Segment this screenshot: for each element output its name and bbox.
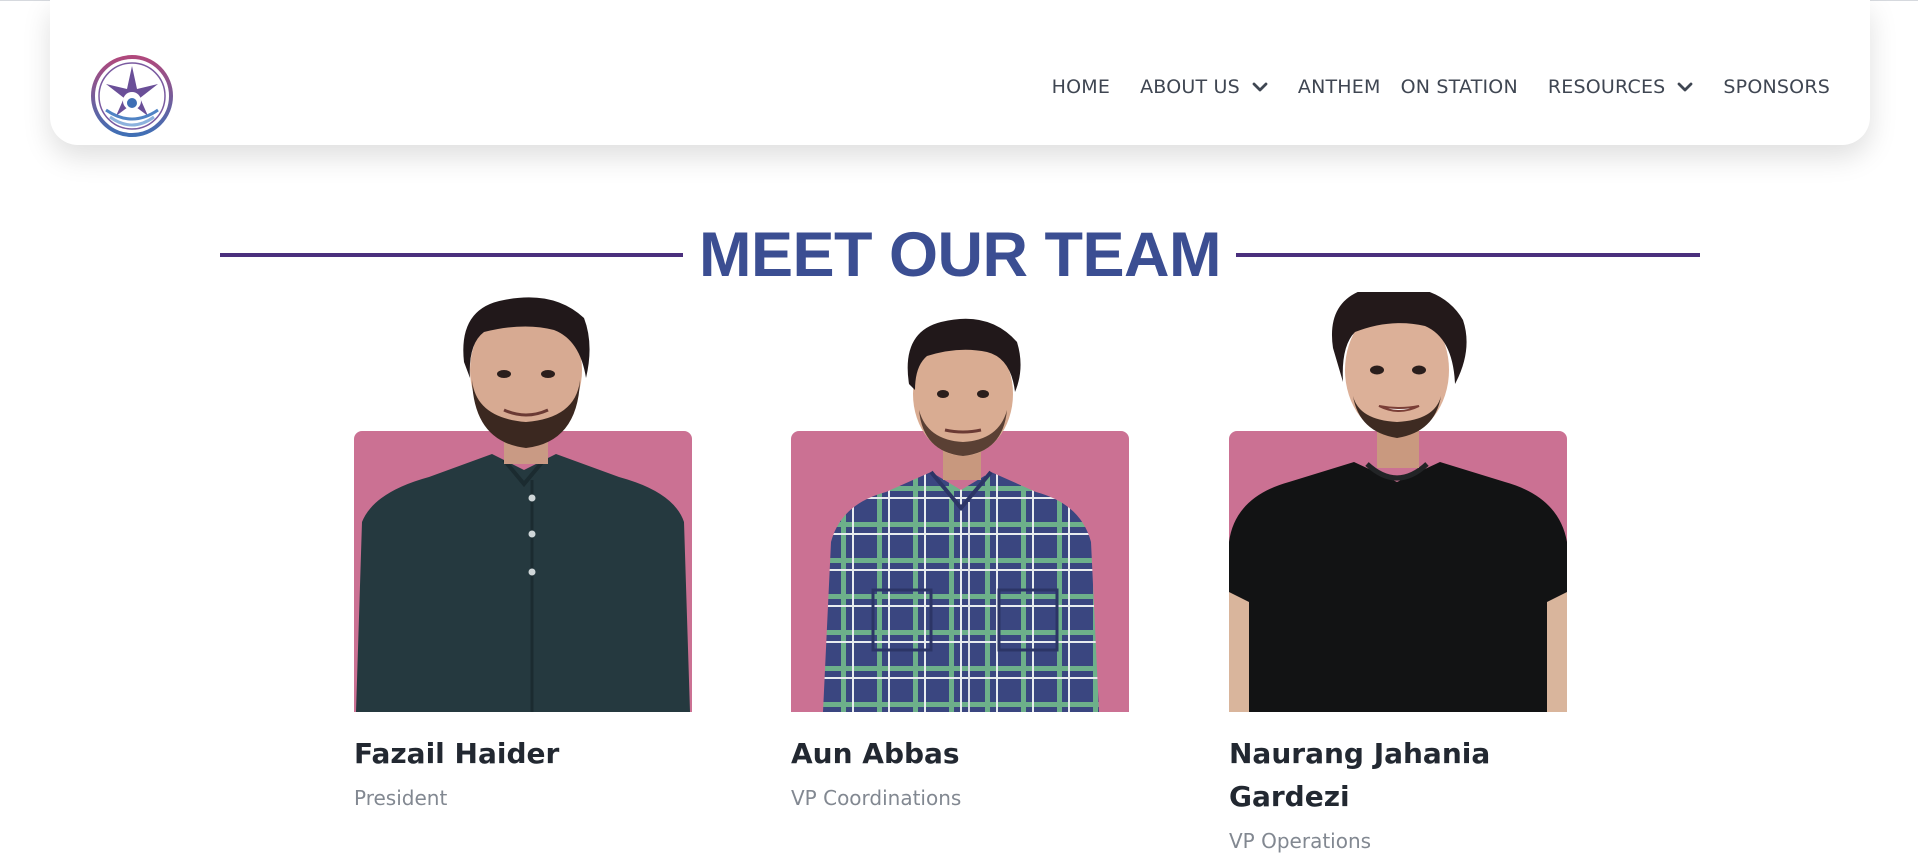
nav-on-station-label: ON STATION — [1400, 76, 1518, 98]
person-portrait-image — [356, 297, 690, 712]
nav-about-us-label: ABOUT US — [1140, 76, 1240, 98]
person-portrait-image — [1229, 292, 1567, 712]
team-member-photo — [354, 292, 692, 712]
section-title-row: MEET OUR TEAM — [220, 220, 1700, 290]
title-divider-right — [1236, 253, 1700, 257]
nav-resources-label: RESOURCES — [1547, 76, 1666, 98]
team-member-photo — [791, 292, 1129, 712]
team-member-name: Fazail Haider — [354, 737, 560, 770]
person-portrait-image — [823, 318, 1099, 712]
site-header: HOME ABOUT US ANTHEM ON STATION RESOURCE… — [50, 0, 1870, 145]
team-member-photo — [1229, 292, 1567, 712]
team-member-role: VP Coordinations — [791, 786, 962, 810]
nav-anthem[interactable]: ANTHEM — [1298, 76, 1381, 98]
team-member-name: Aun Abbas — [791, 737, 960, 770]
nav-anthem-label: ANTHEM — [1297, 76, 1381, 98]
nav-on-station[interactable]: ON STATION — [1401, 76, 1518, 98]
team-member-role: President — [354, 786, 448, 810]
main-nav: HOME ABOUT US ANTHEM ON STATION RESOURCE… — [1032, 76, 1830, 98]
nav-home-label: HOME — [1051, 76, 1111, 98]
chevron-down-icon[interactable] — [1252, 82, 1268, 93]
nav-home[interactable]: HOME — [1052, 76, 1110, 98]
team-member-name: Naurang Jahania Gardezi — [1229, 737, 1491, 813]
chevron-down-icon[interactable] — [1677, 82, 1693, 93]
nav-about-us[interactable]: ABOUT US — [1140, 76, 1268, 98]
compass-emblem-icon[interactable] — [90, 54, 174, 138]
nav-resources[interactable]: RESOURCES — [1548, 76, 1694, 98]
nav-sponsors[interactable]: SPONSORS — [1723, 76, 1830, 98]
nav-sponsors-label: SPONSORS — [1723, 76, 1830, 98]
team-member-role: VP Operations — [1229, 829, 1372, 853]
